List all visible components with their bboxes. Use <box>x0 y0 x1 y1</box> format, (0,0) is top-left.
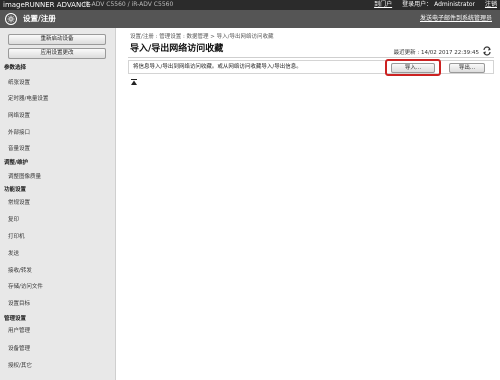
device-name: iR-ADV C5560 / iR-ADV C5560 <box>84 1 174 8</box>
sidebar-item-paper[interactable]: 纸张设置 <box>8 79 30 87</box>
restart-device-button[interactable]: 重新启动设备 <box>8 34 106 45</box>
apply-settings-button[interactable]: 应用设置更改 <box>8 48 106 59</box>
sidebar-item-device-management[interactable]: 设备管理 <box>8 345 30 353</box>
sidebar-heading-function: 功能设置 <box>4 187 27 193</box>
description-text: 将信息导入/导出到网络访问收藏。或从网络访问收藏导入/导出信息。 <box>133 64 302 70</box>
portal-link[interactable]: 到门户 <box>374 1 392 9</box>
user-name: Administrator <box>434 1 475 8</box>
brand-logo: imageRUNNER ADVANCE <box>3 1 91 9</box>
export-button[interactable]: 导出... <box>449 63 485 73</box>
sidebar-item-image-quality[interactable]: 调整图像质量 <box>8 173 41 181</box>
import-highlight <box>385 59 441 76</box>
sidebar-item-network[interactable]: 网络设置 <box>8 112 30 120</box>
sidebar-heading-management: 管理设置 <box>4 316 27 322</box>
sidebar-item-license-other[interactable]: 授权/其它 <box>8 362 32 370</box>
title-divider <box>128 57 494 58</box>
sidebar-item-external-interface[interactable]: 外部接口 <box>8 129 30 137</box>
sidebar-item-printer[interactable]: 打印机 <box>8 233 25 241</box>
sidebar-heading-preferences: 参数选择 <box>4 65 27 71</box>
sidebar-item-timer-energy[interactable]: 定时器/电量设置 <box>8 95 48 103</box>
breadcrumb: 设置/注册 : 管理设置 : 数据管理 > 导入/导出网络访问收藏 <box>130 34 274 40</box>
login-label: 登录用户： <box>402 1 433 8</box>
settings-title: 设置/注册 <box>23 14 56 23</box>
gear-icon <box>5 13 17 25</box>
sidebar-heading-adjust: 调整/维护 <box>4 160 29 166</box>
last-updated-text: 最近更新 : 14/02 2017 22:39:45 <box>393 49 479 56</box>
email-admin-link[interactable]: 发送电子邮件到系统管理员 <box>420 15 492 23</box>
sidebar-item-user-management[interactable]: 用户管理 <box>8 327 30 335</box>
sidebar-item-volume[interactable]: 音量设置 <box>8 145 30 153</box>
sidebar-item-common[interactable]: 常规设置 <box>8 199 30 207</box>
title-bar: 设置/注册 发送电子邮件到系统管理员 <box>0 10 500 28</box>
logout-link[interactable]: 注销 <box>485 1 497 9</box>
sidebar-item-destination[interactable]: 设置目标 <box>8 300 30 308</box>
sidebar-item-store-access[interactable]: 存储/访问文件 <box>8 283 43 291</box>
page-title: 导入/导出网络访问收藏 <box>130 44 224 54</box>
sidebar-item-copy[interactable]: 复印 <box>8 216 19 224</box>
top-bar: imageRUNNER ADVANCE iR-ADV C5560 / iR-AD… <box>0 0 500 10</box>
sidebar-item-send[interactable]: 发送 <box>8 250 19 258</box>
sidebar: 重新启动设备 应用设置更改 参数选择 纸张设置 定时器/电量设置 网络设置 外部… <box>0 28 116 380</box>
login-user: 登录用户： Administrator <box>402 1 475 9</box>
sidebar-item-receive-forward[interactable]: 接收/转发 <box>8 267 32 275</box>
arrow-top-icon[interactable] <box>130 78 138 89</box>
top-right-nav: 到门户 登录用户： Administrator 注销 <box>374 1 497 9</box>
